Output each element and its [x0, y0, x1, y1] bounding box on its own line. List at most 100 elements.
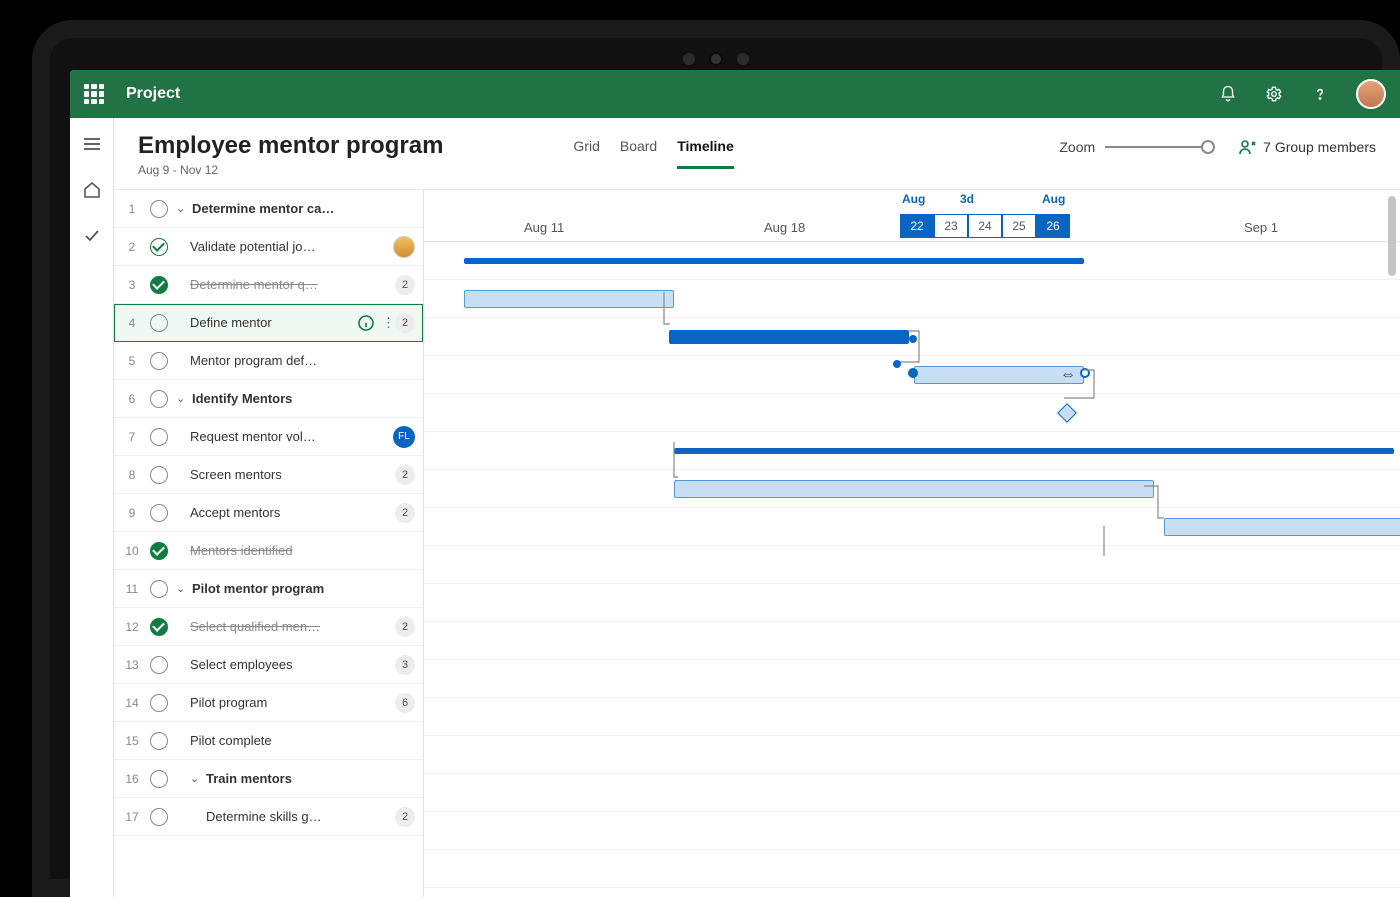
help-icon[interactable] [1310, 84, 1330, 104]
row-number: 7 [122, 430, 142, 444]
task-bar[interactable] [914, 366, 1084, 384]
zoom-control[interactable]: Zoom [1059, 139, 1215, 155]
gantt-row[interactable] [424, 584, 1400, 622]
task-name: Determine mentor ca… [192, 201, 415, 216]
checkmark-icon[interactable] [70, 220, 114, 252]
row-number: 11 [122, 582, 142, 596]
status-circle[interactable] [150, 656, 168, 674]
gantt-row[interactable] [424, 698, 1400, 736]
status-circle[interactable] [150, 276, 168, 294]
status-circle[interactable] [150, 352, 168, 370]
task-row[interactable]: 15Pilot complete [114, 722, 423, 760]
resize-handle-left[interactable] [908, 368, 918, 378]
gantt-row[interactable] [424, 280, 1400, 318]
task-row[interactable]: 12Select qualified men…2 [114, 608, 423, 646]
task-row[interactable]: 6⌄Identify Mentors [114, 380, 423, 418]
task-row[interactable]: 9Accept mentors2 [114, 494, 423, 532]
row-number: 17 [122, 810, 142, 824]
task-name: Request mentor vol… [190, 429, 393, 444]
resize-handle-right[interactable] [1080, 368, 1090, 378]
app-launcher-icon[interactable] [84, 84, 104, 104]
chevron-down-icon[interactable]: ⌄ [190, 772, 202, 785]
status-circle[interactable] [150, 428, 168, 446]
task-bar[interactable] [674, 480, 1154, 498]
task-row[interactable]: 2Validate potential jo… [114, 228, 423, 266]
tab-board[interactable]: Board [620, 138, 657, 169]
home-icon[interactable] [70, 174, 114, 206]
timeline-selection-range[interactable]: Aug 3d Aug 22 23 24 25 26 [900, 194, 1070, 236]
menu-toggle-icon[interactable] [70, 128, 114, 160]
task-row[interactable]: 7 Request mentor vol…FL [114, 418, 423, 456]
milestone-marker[interactable] [1057, 403, 1077, 423]
status-circle[interactable] [150, 542, 168, 560]
task-row[interactable]: 3Determine mentor q…2 [114, 266, 423, 304]
timeline-date-label: Aug 18 [764, 220, 805, 235]
assignee-avatar[interactable] [393, 236, 415, 258]
zoom-label: Zoom [1059, 139, 1095, 155]
status-circle[interactable] [150, 770, 168, 788]
task-name: Determine mentor q… [190, 277, 395, 292]
gantt-row[interactable] [424, 774, 1400, 812]
task-name: Identify Mentors [192, 391, 415, 406]
zoom-slider[interactable] [1105, 146, 1215, 148]
progress-bar[interactable] [669, 330, 909, 344]
count-badge: 2 [395, 617, 415, 637]
gantt-row[interactable] [424, 546, 1400, 584]
task-row[interactable]: 8Screen mentors2 [114, 456, 423, 494]
task-bar[interactable] [464, 290, 674, 308]
gantt-row[interactable] [424, 622, 1400, 660]
task-bar[interactable] [1164, 518, 1400, 536]
tab-grid[interactable]: Grid [573, 138, 599, 169]
gantt-row[interactable] [424, 736, 1400, 774]
gantt-row[interactable] [424, 242, 1400, 280]
gantt-row[interactable] [424, 812, 1400, 850]
gantt-row[interactable] [424, 432, 1400, 470]
task-name: Screen mentors [190, 467, 395, 482]
task-name: Validate potential jo… [190, 239, 393, 254]
task-row[interactable]: 5Mentor program def… [114, 342, 423, 380]
chevron-down-icon[interactable]: ⌄ [176, 392, 188, 405]
gantt-row[interactable] [424, 660, 1400, 698]
status-circle[interactable] [150, 200, 168, 218]
tab-timeline[interactable]: Timeline [677, 138, 734, 169]
info-icon[interactable] [358, 315, 374, 331]
task-row[interactable]: 13Select employees3 [114, 646, 423, 684]
status-circle[interactable] [150, 314, 168, 332]
status-circle[interactable] [150, 618, 168, 636]
gantt-chart[interactable]: Aug 11 Aug 18 Sep 1 Aug 3d Aug 22 23 24 … [424, 190, 1400, 897]
gantt-row[interactable]: ⇔ [424, 356, 1400, 394]
chevron-down-icon[interactable]: ⌄ [176, 202, 188, 215]
summary-bar[interactable] [674, 448, 1394, 454]
status-circle[interactable] [150, 504, 168, 522]
task-row[interactable]: 4Define mentor⋮2 [114, 304, 423, 342]
summary-bar[interactable] [464, 258, 1084, 264]
task-row[interactable]: 16⌄Train mentors [114, 760, 423, 798]
row-number: 12 [122, 620, 142, 634]
task-row[interactable]: 17Determine skills g…2 [114, 798, 423, 836]
more-icon[interactable]: ⋮ [382, 315, 395, 331]
gantt-row[interactable] [424, 508, 1400, 546]
assignee-avatar[interactable]: FL [393, 426, 415, 448]
chevron-down-icon[interactable]: ⌄ [176, 582, 188, 595]
gantt-row[interactable] [424, 394, 1400, 432]
notifications-icon[interactable] [1218, 84, 1238, 104]
status-circle[interactable] [150, 732, 168, 750]
task-row[interactable]: 10Mentors identified [114, 532, 423, 570]
count-badge: 2 [395, 503, 415, 523]
task-row[interactable]: 1⌄Determine mentor ca… [114, 190, 423, 228]
status-circle[interactable] [150, 466, 168, 484]
vertical-scrollbar[interactable] [1388, 190, 1398, 897]
gantt-row[interactable] [424, 470, 1400, 508]
group-members-button[interactable]: 7 Group members [1239, 138, 1376, 156]
user-avatar[interactable] [1356, 79, 1386, 109]
task-row[interactable]: 11⌄Pilot mentor program [114, 570, 423, 608]
status-circle[interactable] [150, 580, 168, 598]
task-row[interactable]: 14Pilot program6 [114, 684, 423, 722]
gantt-row[interactable] [424, 318, 1400, 356]
status-circle[interactable] [150, 808, 168, 826]
status-circle[interactable] [150, 390, 168, 408]
status-circle[interactable] [150, 694, 168, 712]
gantt-row[interactable] [424, 850, 1400, 888]
settings-icon[interactable] [1264, 84, 1284, 104]
status-circle[interactable] [150, 238, 168, 256]
